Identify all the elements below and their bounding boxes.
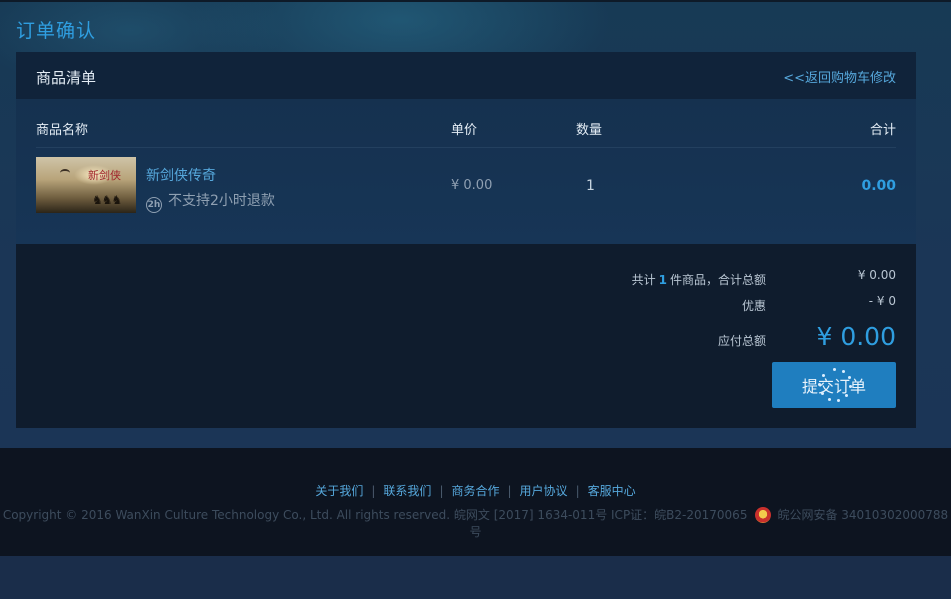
thumbnail-game-logo: 新剑侠 bbox=[88, 169, 121, 182]
header-divider bbox=[36, 147, 896, 148]
2h-icon: 2h bbox=[146, 197, 162, 213]
item-count-label: 共计 1 件商品，合计总额 bbox=[632, 271, 766, 288]
column-header-name: 商品名称 bbox=[36, 123, 89, 138]
top-border bbox=[0, 0, 951, 2]
cart-panel-title: 商品清单 bbox=[36, 69, 97, 87]
footer-link-agreement[interactable]: 用户协议 bbox=[520, 484, 568, 498]
police-badge-icon bbox=[755, 507, 772, 523]
item-count-suffix: 件商品，合计总额 bbox=[669, 273, 766, 287]
item-count-prefix: 共计 bbox=[631, 273, 656, 287]
payable-label: 应付总额 bbox=[717, 334, 766, 348]
subtotal-value: ¥ 0.00 bbox=[857, 268, 896, 282]
payable-total: ¥ 0.00 bbox=[816, 322, 896, 351]
thumbnail-bird bbox=[60, 169, 70, 177]
quantity: 1 bbox=[586, 178, 595, 194]
footer-link-about[interactable]: 关于我们 bbox=[315, 484, 363, 498]
discount-value: - ¥ 0 bbox=[868, 294, 896, 308]
back-to-cart-link[interactable]: <<返回购物车修改 bbox=[783, 67, 896, 86]
submit-order-button[interactable]: 提交订单 bbox=[772, 362, 896, 408]
footer-link-contact[interactable]: 联系我们 bbox=[383, 484, 431, 498]
refund-policy: 2h 不支持2小时退款 bbox=[146, 190, 275, 213]
thumbnail-riders: ♞♞♞ bbox=[92, 193, 122, 207]
item-count: 1 bbox=[658, 273, 667, 287]
game-thumbnail[interactable]: 新剑侠 ♞♞♞ bbox=[36, 157, 136, 213]
footer-link-support[interactable]: 客服中心 bbox=[588, 484, 636, 498]
copyright-text: Copyright © 2016 WanXin Culture Technolo… bbox=[2, 508, 748, 522]
line-total: 0.00 bbox=[861, 178, 896, 194]
copyright-line: Copyright © 2016 WanXin Culture Technolo… bbox=[0, 506, 951, 540]
footer: 关于我们 | 联系我们 | 商务合作 | 用户协议 | 客服中心 Copyright © 201… bbox=[0, 448, 951, 556]
order-summary: 共计 1 件商品，合计总额 ¥ 0.00 优惠 - ¥ 0 应付总额 ¥ 0.00 … bbox=[16, 244, 916, 428]
product-name-link[interactable]: 新剑侠传奇 bbox=[146, 165, 216, 185]
order-items-table: 商品名称 单价 数量 合计 新剑侠 ♞♞♞ 新剑侠传奇 2h 不支持2小时退款 ¥… bbox=[16, 99, 916, 244]
footer-links: 关于我们 | 联系我们 | 商务合作 | 用户协议 | 客服中心 bbox=[315, 484, 636, 498]
refund-policy-text: 不支持2小时退款 bbox=[168, 193, 275, 209]
column-header-price: 单价 bbox=[451, 123, 478, 138]
column-header-qty: 数量 bbox=[576, 123, 603, 138]
footer-link-business[interactable]: 商务合作 bbox=[451, 484, 499, 498]
cart-panel-header: 商品清单 <<返回购物车修改 bbox=[16, 52, 916, 99]
page-title: 订单确认 bbox=[16, 20, 97, 42]
discount-label: 优惠 bbox=[741, 299, 766, 313]
unit-price: ¥ 0.00 bbox=[451, 178, 493, 193]
column-header-total: 合计 bbox=[869, 123, 896, 138]
submit-order-label: 提交订单 bbox=[801, 377, 866, 396]
